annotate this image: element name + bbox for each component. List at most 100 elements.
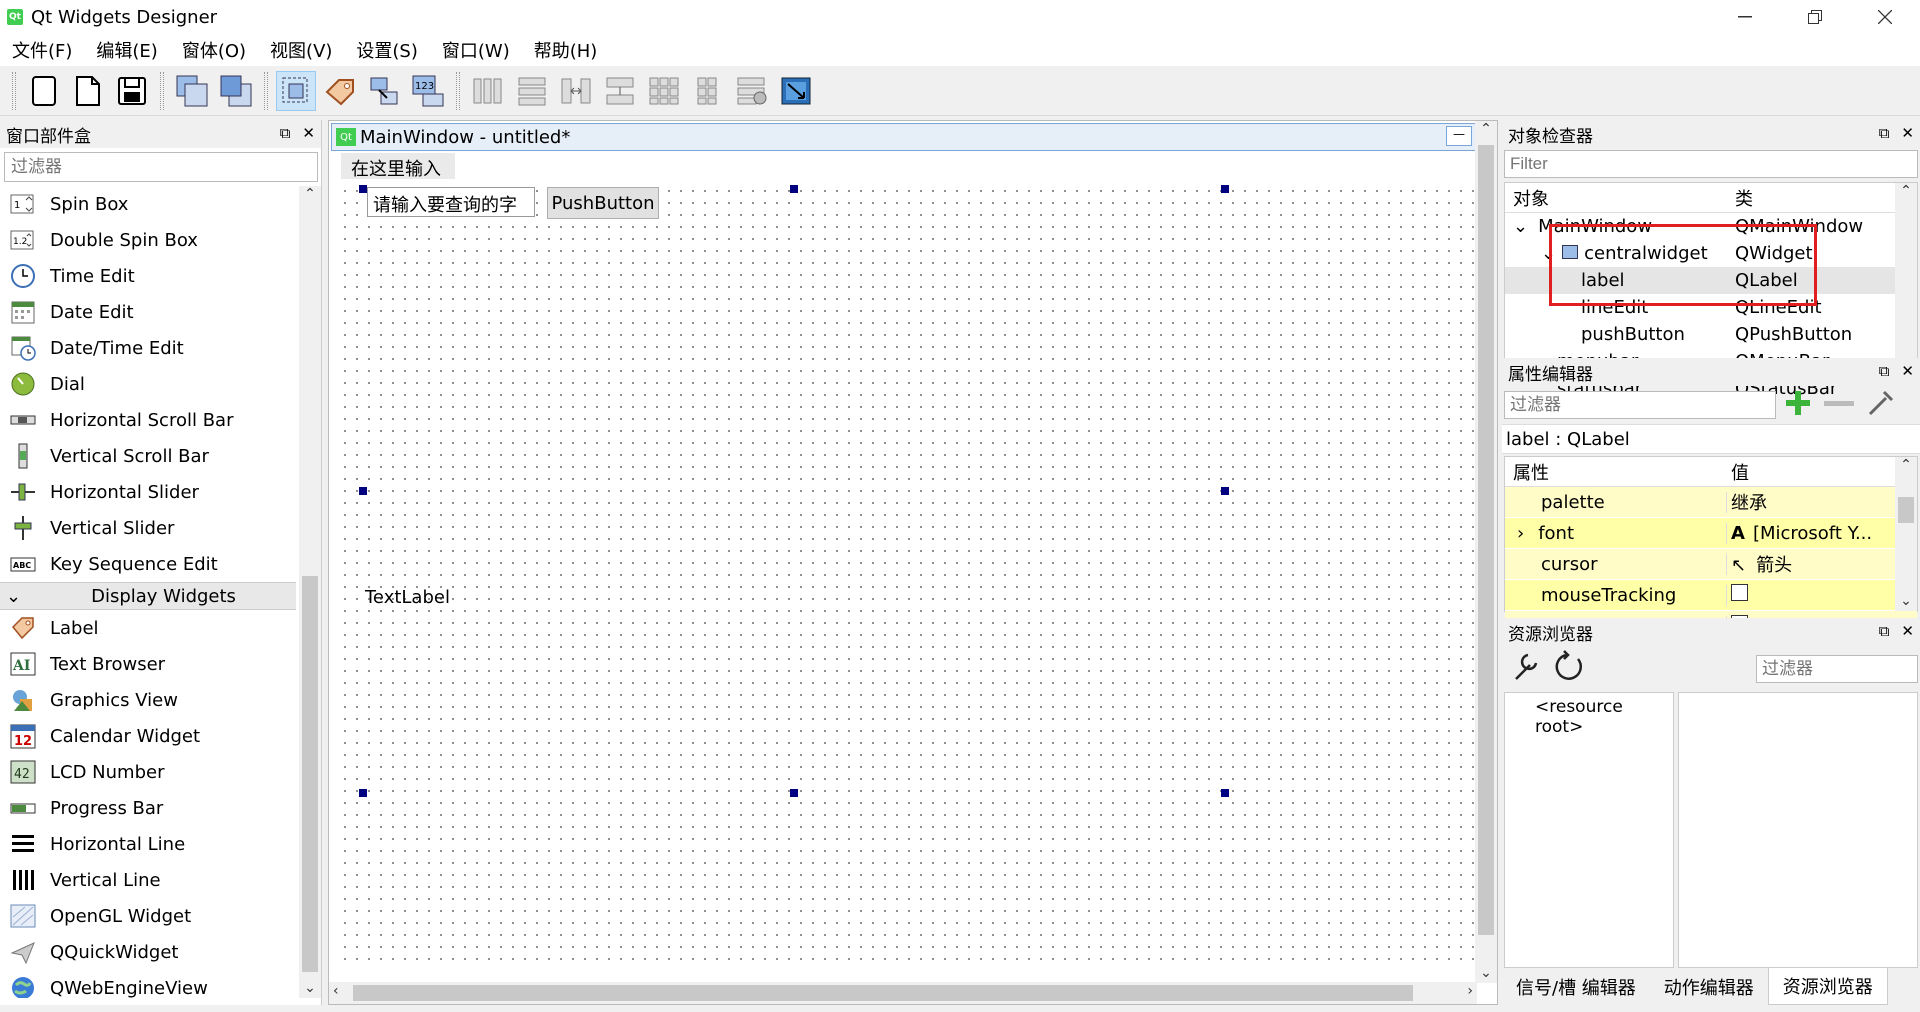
widget-item-vertical-slider[interactable]: Vertical Slider — [0, 510, 296, 546]
add-dynamic-property-button[interactable] — [1782, 388, 1816, 423]
scroll-left-icon[interactable]: ‹ — [333, 983, 339, 999]
toolbar-handle[interactable] — [12, 71, 16, 110]
layout-form-button[interactable] — [688, 71, 728, 111]
toolbar-handle[interactable] — [160, 71, 164, 110]
bring-to-front-button[interactable] — [216, 71, 256, 111]
toolbar-handle[interactable] — [264, 71, 268, 110]
column-object[interactable]: 对象 — [1505, 185, 1731, 211]
break-layout-button[interactable] — [732, 71, 772, 111]
object-tree-scrollbar[interactable]: ⌃⌄ — [1895, 183, 1917, 379]
property-filter-input[interactable] — [1504, 391, 1776, 419]
layout-h-splitter-button[interactable] — [556, 71, 596, 111]
float-dock-icon[interactable]: ⧉ — [280, 124, 291, 142]
form-canvas-grid[interactable] — [335, 181, 1475, 969]
scrollbar-thumb[interactable] — [1898, 497, 1914, 523]
menu-settings[interactable]: 设置(S) — [356, 37, 417, 63]
edit-widgets-button[interactable] — [276, 70, 316, 111]
widget-item-lcd-number[interactable]: 42 LCD Number — [0, 754, 296, 790]
widget-item-datetime-edit[interactable]: Date/Time Edit — [0, 330, 296, 366]
open-form-button[interactable] — [68, 71, 108, 111]
float-dock-icon[interactable]: ⧉ — [1879, 124, 1890, 142]
selection-handle[interactable] — [359, 789, 367, 797]
menu-file[interactable]: 文件(F) — [12, 37, 72, 63]
layout-v-splitter-button[interactable] — [600, 71, 640, 111]
restore-button[interactable] — [1780, 0, 1850, 34]
send-to-back-button[interactable] — [172, 71, 212, 111]
scrollbar-thumb[interactable] — [1478, 145, 1494, 935]
widget-item-calendar-widget[interactable]: 12 Calendar Widget — [0, 718, 296, 754]
widget-item-date-edit[interactable]: Date Edit — [0, 294, 296, 330]
form-horizontal-scrollbar[interactable]: ‹ › — [329, 982, 1477, 1004]
property-table-scrollbar[interactable]: ⌃ ⌄ — [1895, 457, 1917, 611]
column-value[interactable]: 值 — [1727, 459, 1917, 485]
remove-dynamic-property-button[interactable] — [1822, 388, 1856, 423]
menu-form[interactable]: 窗体(O) — [182, 37, 246, 63]
form-minimize-button[interactable]: — — [1446, 126, 1472, 146]
tab-action-editor[interactable]: 动作编辑器 — [1650, 974, 1768, 1000]
chevron-down-icon[interactable]: ⌄ — [1513, 216, 1528, 237]
toolbar-handle[interactable] — [456, 71, 460, 110]
configure-property-button[interactable] — [1864, 388, 1898, 423]
selection-handle[interactable] — [1221, 487, 1229, 495]
close-button[interactable] — [1850, 0, 1920, 34]
menu-edit[interactable]: 编辑(E) — [96, 37, 157, 63]
selection-handle[interactable] — [790, 789, 798, 797]
object-filter-input[interactable] — [1504, 150, 1918, 178]
widget-item-vertical-line[interactable]: Vertical Line — [0, 862, 296, 898]
mousetracking-checkbox[interactable] — [1731, 584, 1748, 601]
widget-item-opengl-widget[interactable]: OpenGL Widget — [0, 898, 296, 934]
adjust-size-button[interactable] — [776, 71, 816, 111]
layout-vertical-button[interactable] — [512, 71, 552, 111]
tab-signal-slot-editor[interactable]: 信号/槽 编辑器 — [1502, 974, 1650, 1000]
widget-item-horizontal-line[interactable]: Horizontal Line — [0, 826, 296, 862]
widget-item-double-spin-box[interactable]: 1.2 Double Spin Box — [0, 222, 296, 258]
reload-resources-button[interactable] — [1550, 649, 1586, 690]
widget-item-label[interactable]: Label — [0, 610, 296, 646]
float-dock-icon[interactable]: ⧉ — [1879, 362, 1890, 380]
widget-item-key-sequence-edit[interactable]: ABC Key Sequence Edit — [0, 546, 296, 582]
menu-view[interactable]: 视图(V) — [270, 37, 332, 63]
widget-item-spin-box[interactable]: 1 Spin Box — [0, 186, 296, 222]
form-vertical-scrollbar[interactable]: ⌃ ⌄ — [1475, 121, 1497, 983]
widget-item-progress-bar[interactable]: Progress Bar — [0, 790, 296, 826]
widget-item-horizontal-slider[interactable]: Horizontal Slider — [0, 474, 296, 510]
save-form-button[interactable] — [112, 71, 152, 111]
scrollbar-thumb[interactable] — [353, 985, 1413, 1001]
tree-row-pushbutton[interactable]: pushButton QPushButton — [1505, 321, 1917, 348]
layout-grid-button[interactable] — [644, 71, 684, 111]
minimize-button[interactable] — [1710, 0, 1780, 34]
widget-item-time-edit[interactable]: Time Edit — [0, 258, 296, 294]
property-row-cursor[interactable]: cursor ↖ 箭头 — [1505, 549, 1917, 580]
resource-root-item[interactable]: <resource root> — [1535, 697, 1623, 737]
close-dock-icon[interactable]: ✕ — [1901, 124, 1914, 142]
edit-resources-button[interactable] — [1508, 649, 1544, 690]
scroll-up-icon[interactable]: ⌃ — [299, 186, 321, 202]
widget-item-qquickwidget[interactable]: QQuickWidget — [0, 934, 296, 970]
new-form-button[interactable] — [24, 71, 64, 111]
widget-list-scrollbar[interactable]: ⌃ ⌄ — [299, 186, 321, 998]
widget-item-qwebengineview[interactable]: QWebEngineView — [0, 970, 296, 998]
selection-handle[interactable] — [359, 185, 367, 193]
column-class[interactable]: 类 — [1731, 185, 1917, 211]
edit-signals-button[interactable] — [320, 71, 360, 111]
column-property[interactable]: 属性 — [1505, 459, 1727, 485]
scroll-up-icon[interactable]: ⌃ — [1895, 457, 1917, 473]
property-row-font[interactable]: › font A [Microsoft Y... — [1505, 518, 1917, 549]
tab-resource-browser[interactable]: 资源浏览器 — [1767, 968, 1888, 1005]
widget-item-dial[interactable]: Dial — [0, 366, 296, 402]
chevron-right-icon[interactable]: › — [1517, 523, 1524, 544]
form-menu-type-here[interactable]: 在这里输入 — [341, 153, 455, 180]
layout-horizontal-button[interactable] — [468, 71, 508, 111]
close-dock-icon[interactable]: ✕ — [1901, 622, 1914, 640]
close-dock-icon[interactable]: ✕ — [302, 124, 315, 142]
scroll-up-icon[interactable]: ⌃ — [1895, 183, 1917, 199]
edit-tab-order-button[interactable]: 123 — [408, 71, 448, 111]
scroll-down-icon[interactable]: ⌄ — [1475, 965, 1497, 981]
property-row-mousetracking[interactable]: mouseTracking — [1505, 580, 1917, 611]
widget-filter-input[interactable] — [4, 152, 318, 182]
selection-handle[interactable] — [1221, 185, 1229, 193]
property-row-palette[interactable]: palette 继承 — [1505, 487, 1917, 518]
edit-buddies-button[interactable] — [364, 71, 404, 111]
form-subwindow-title-bar[interactable]: Qt MainWindow - untitled* — — [331, 123, 1477, 151]
form-push-button[interactable]: PushButton — [547, 187, 659, 219]
